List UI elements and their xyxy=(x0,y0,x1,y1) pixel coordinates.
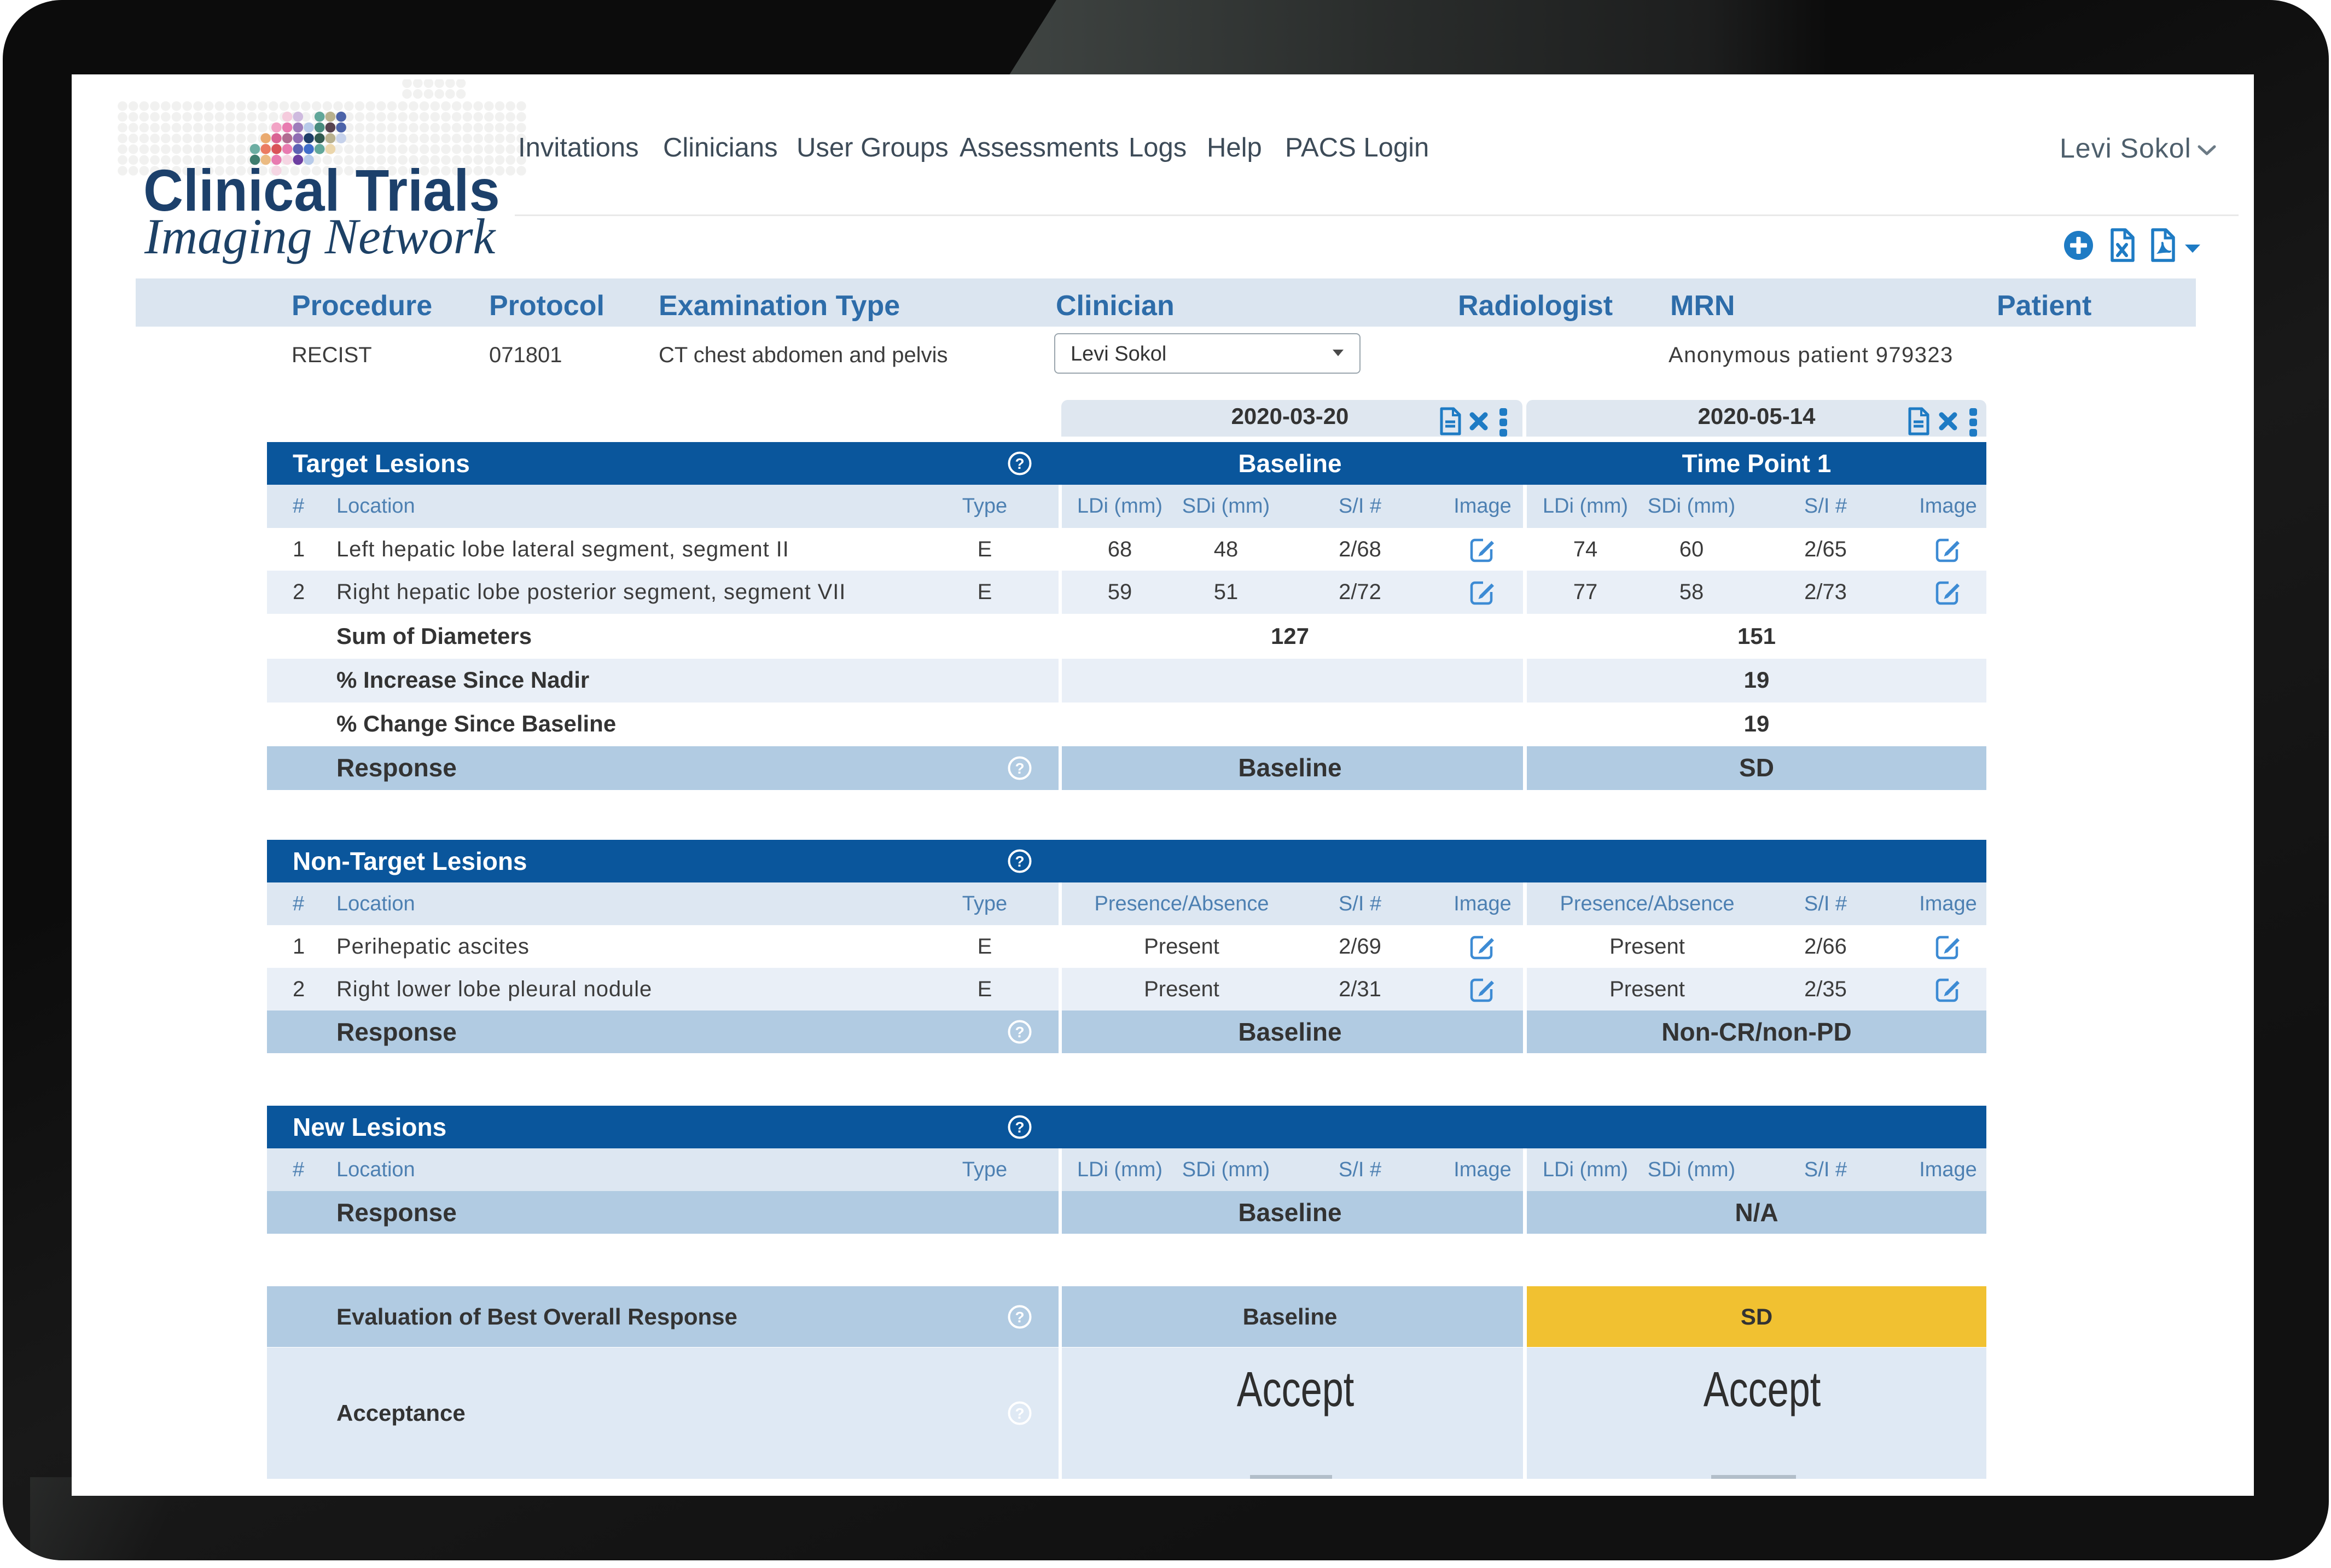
svg-text:?: ? xyxy=(1015,1309,1024,1326)
svg-text:?: ? xyxy=(1015,1119,1024,1136)
svg-text:?: ? xyxy=(1015,760,1024,777)
svg-text:?: ? xyxy=(1015,1405,1024,1422)
svg-text:?: ? xyxy=(1015,853,1024,870)
svg-text:?: ? xyxy=(1015,1024,1024,1041)
svg-text:?: ? xyxy=(1015,455,1024,472)
